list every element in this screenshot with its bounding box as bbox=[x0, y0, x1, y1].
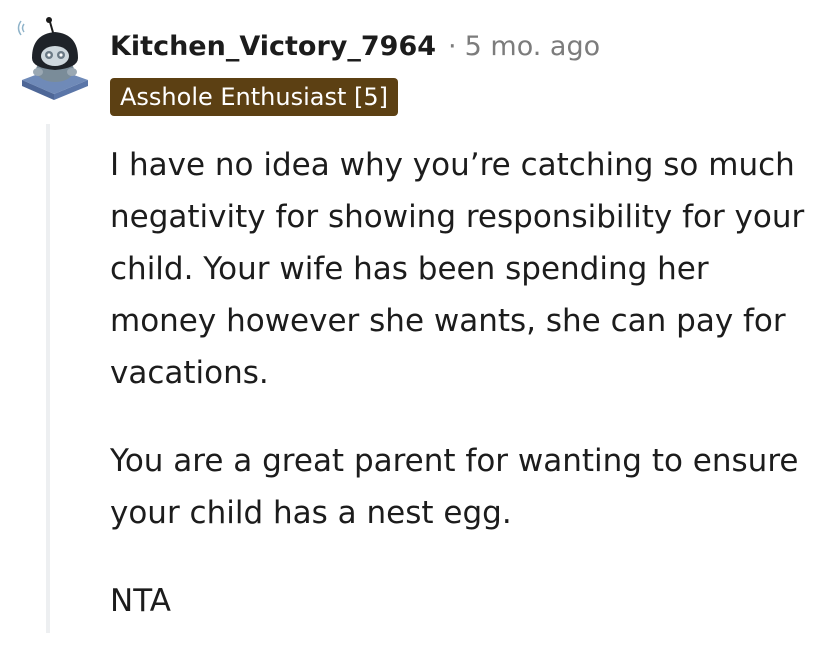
comment-paragraph: You are a great parent for wanting to en… bbox=[110, 443, 799, 531]
comment-age[interactable]: 5 mo. ago bbox=[465, 31, 600, 62]
comment-paragraph: NTA bbox=[110, 583, 171, 619]
thread-line[interactable] bbox=[46, 124, 50, 633]
comment-body: I have no idea why you’re catching so mu… bbox=[110, 139, 815, 663]
comment-paragraph: I have no idea why you’re catching so mu… bbox=[110, 147, 805, 391]
separator-dot: · bbox=[448, 30, 457, 62]
user-flair: Asshole Enthusiast [5] bbox=[110, 78, 399, 116]
username[interactable]: Kitchen_Victory_7964 bbox=[110, 31, 436, 62]
avatar[interactable] bbox=[14, 14, 96, 102]
comment-meta: Kitchen_Victory_7964 · 5 mo. ago bbox=[110, 28, 600, 64]
comment: Kitchen_Victory_7964 · 5 mo. ago Asshole… bbox=[0, 0, 821, 633]
